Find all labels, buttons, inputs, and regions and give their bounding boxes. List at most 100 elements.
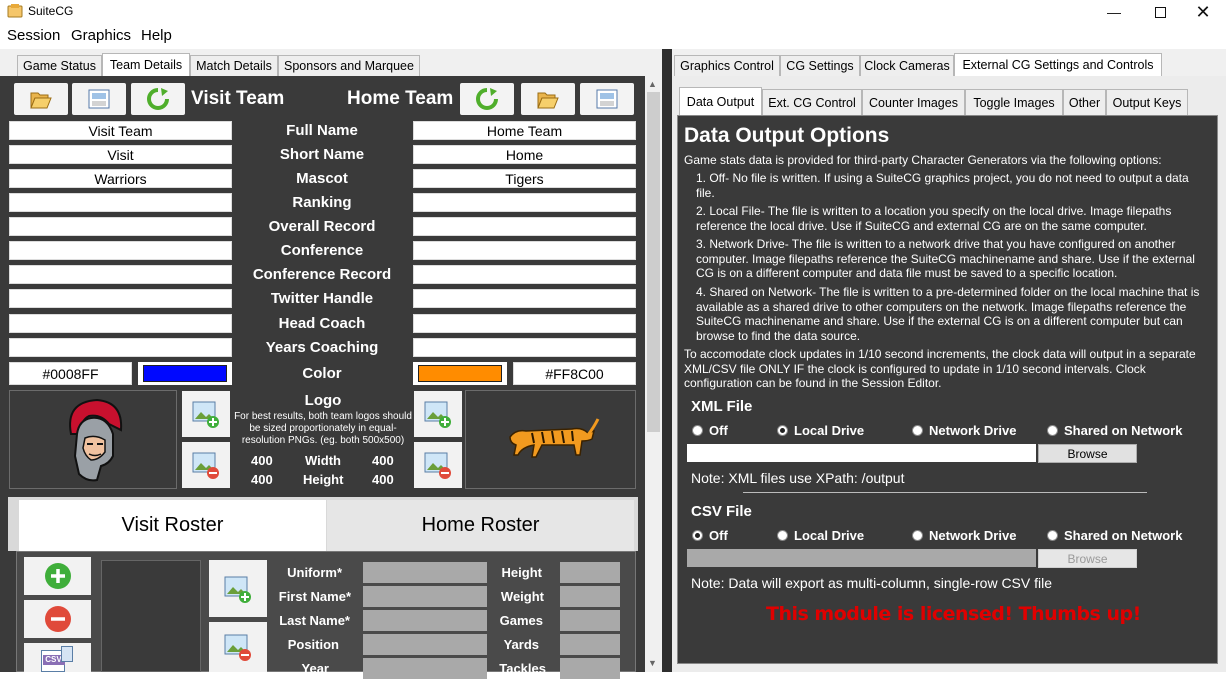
xml-network-label: Network Drive	[929, 423, 1017, 438]
tab-home-roster[interactable]: Home Roster	[327, 500, 634, 551]
visit-conference-record-input[interactable]	[9, 265, 232, 284]
tab-toggle-images[interactable]: Toggle Images	[965, 89, 1063, 115]
tab-counter-images[interactable]: Counter Images	[862, 89, 965, 115]
first-name-input[interactable]	[363, 586, 487, 607]
home-remove-logo-button[interactable]	[414, 442, 462, 488]
csv-local-radio[interactable]: Local Drive	[777, 528, 864, 543]
maximize-icon	[1154, 6, 1166, 18]
home-twitter-input[interactable]	[413, 289, 636, 308]
remove-icon	[44, 606, 71, 632]
xml-network-radio[interactable]: Network Drive	[912, 423, 1016, 438]
games-input[interactable]	[560, 610, 620, 631]
xml-note: Note: XML files use XPath: /output	[691, 470, 905, 486]
logo-note: For best results, both team logos should…	[234, 411, 412, 446]
tab-match-details[interactable]: Match Details	[190, 55, 278, 76]
csv-shared-label: Shared on Network	[1064, 528, 1183, 543]
home-conference-record-input[interactable]	[413, 265, 636, 284]
tab-visit-roster[interactable]: Visit Roster	[19, 500, 326, 551]
visit-mascot-input[interactable]: Warriors	[9, 169, 232, 188]
year-input[interactable]	[363, 658, 487, 679]
tab-external-cg[interactable]: External CG Settings and Controls	[954, 53, 1162, 76]
home-full-name-input[interactable]: Home Team	[413, 121, 636, 140]
home-open-button[interactable]	[521, 83, 575, 115]
scroll-down-icon[interactable]: ▼	[648, 658, 657, 668]
visit-remove-logo-button[interactable]	[182, 442, 230, 488]
tab-clock-cameras[interactable]: Clock Cameras	[860, 55, 954, 76]
visit-conference-input[interactable]	[9, 241, 232, 260]
maximize-button[interactable]	[1137, 0, 1183, 24]
minimize-button[interactable]: —	[1091, 0, 1137, 24]
csv-network-radio[interactable]: Network Drive	[912, 528, 1016, 543]
add-player-photo-button[interactable]	[209, 560, 267, 617]
visit-overall-record-input[interactable]	[9, 217, 232, 236]
tab-game-status[interactable]: Game Status	[17, 55, 102, 76]
tab-sponsors[interactable]: Sponsors and Marquee	[278, 55, 420, 76]
scroll-up-icon[interactable]: ▲	[648, 79, 657, 89]
menu-graphics[interactable]: Graphics	[71, 27, 131, 44]
xml-local-label: Local Drive	[794, 423, 865, 438]
home-overall-record-input[interactable]	[413, 217, 636, 236]
uniform-input[interactable]	[363, 562, 487, 583]
xml-browse-button[interactable]: Browse	[1038, 444, 1137, 463]
home-mascot-input[interactable]: Tigers	[413, 169, 636, 188]
visit-short-name-input[interactable]: Visit	[9, 145, 232, 164]
xml-path-input[interactable]	[687, 444, 1036, 462]
visit-color-hex-input[interactable]: #0008FF	[9, 362, 132, 385]
home-short-name-input[interactable]: Home	[413, 145, 636, 164]
csv-path-input[interactable]	[687, 549, 1036, 567]
close-button[interactable]: ✕	[1180, 0, 1226, 24]
tab-ext-cg-control[interactable]: Ext. CG Control	[762, 89, 862, 115]
option-shared-description: 4. Shared on Network- The file is writte…	[696, 285, 1200, 343]
xml-shared-radio[interactable]: Shared on Network	[1047, 423, 1182, 438]
color-label: Color	[302, 365, 342, 382]
tab-graphics-control[interactable]: Graphics Control	[674, 55, 780, 76]
visit-head-coach-input[interactable]	[9, 314, 232, 333]
visit-years-coaching-input[interactable]	[9, 338, 232, 357]
short-name-label: Short Name	[279, 146, 365, 163]
scrollbar-thumb[interactable]	[647, 92, 660, 432]
home-conference-input[interactable]	[413, 241, 636, 260]
home-head-coach-input[interactable]	[413, 314, 636, 333]
home-color-swatch[interactable]	[413, 362, 507, 385]
xml-local-radio[interactable]: Local Drive	[777, 423, 864, 438]
tackles-input[interactable]	[560, 658, 620, 679]
yards-label: Yards	[503, 637, 539, 652]
remove-player-button[interactable]	[24, 600, 91, 638]
home-save-button[interactable]	[580, 83, 634, 115]
visit-twitter-input[interactable]	[9, 289, 232, 308]
tab-team-details[interactable]: Team Details	[102, 53, 190, 76]
radio-icon	[1047, 530, 1058, 541]
import-csv-button[interactable]: CSV	[24, 643, 91, 672]
visit-open-button[interactable]	[14, 83, 68, 115]
home-refresh-button[interactable]	[460, 83, 514, 115]
home-years-coaching-input[interactable]	[413, 338, 636, 357]
home-color-hex-input[interactable]: #FF8C00	[513, 362, 636, 385]
visit-refresh-button[interactable]	[131, 83, 185, 115]
visit-add-logo-button[interactable]	[182, 391, 230, 437]
visit-save-button[interactable]	[72, 83, 126, 115]
visit-color-swatch[interactable]	[138, 362, 232, 385]
last-name-input[interactable]	[363, 610, 487, 631]
csv-off-radio[interactable]: Off	[692, 528, 728, 543]
position-input[interactable]	[363, 634, 487, 655]
height-stat-input[interactable]	[560, 562, 620, 583]
home-add-logo-button[interactable]	[414, 391, 462, 437]
weight-input[interactable]	[560, 586, 620, 607]
csv-off-label: Off	[709, 528, 728, 543]
csv-shared-radio[interactable]: Shared on Network	[1047, 528, 1182, 543]
visit-full-name-input[interactable]: Visit Team	[9, 121, 232, 140]
home-ranking-input[interactable]	[413, 193, 636, 212]
csv-browse-button[interactable]: Browse	[1038, 549, 1137, 568]
add-player-button[interactable]	[24, 557, 91, 595]
yards-input[interactable]	[560, 634, 620, 655]
menu-session[interactable]: Session	[7, 27, 60, 44]
visit-ranking-input[interactable]	[9, 193, 232, 212]
tab-output-keys[interactable]: Output Keys	[1106, 89, 1188, 115]
xml-off-radio[interactable]: Off	[692, 423, 728, 438]
tab-cg-settings[interactable]: CG Settings	[780, 55, 860, 76]
remove-player-photo-button[interactable]	[209, 622, 267, 672]
menu-help[interactable]: Help	[141, 27, 172, 44]
tab-other[interactable]: Other	[1063, 89, 1106, 115]
tab-data-output[interactable]: Data Output	[679, 87, 762, 115]
folder-open-icon	[30, 92, 52, 109]
